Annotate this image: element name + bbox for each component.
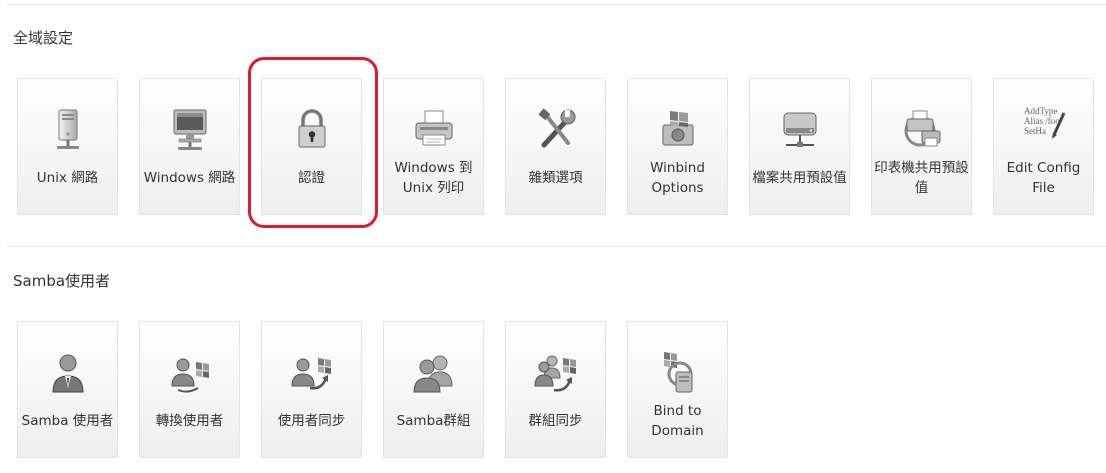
top-divider [7,4,1106,5]
tile-winbind-options[interactable]: Winbind Options [627,78,728,215]
tile-windows-to-unix-printing[interactable]: Windows 到 Unix 列印 [383,78,484,215]
shared-disk-icon [776,105,824,153]
tile-samba-users[interactable]: Samba 使用者 [17,321,118,458]
tile-user-sync[interactable]: 使用者同步 [261,321,362,458]
tile-windows-network[interactable]: Windows 網路 [139,78,240,215]
tile-label: 群組同步 [528,413,583,429]
tile-misc-options[interactable]: 雜類選項 [505,78,606,215]
shared-printer-icon [898,105,946,153]
group-icon [410,348,458,396]
printer-icon [410,105,458,153]
tile-label: 使用者同步 [277,413,346,429]
tile-file-share-defaults[interactable]: 檔案共用預設值 [749,78,850,215]
tile-samba-groups[interactable]: Samba群組 [383,321,484,458]
config-text-line: Alias /foo [1024,116,1060,126]
tile-printer-share-defaults[interactable]: 印表機共用預設值 [871,78,972,215]
bind-domain-icon [654,348,702,396]
section-title-global: 全域設定 [13,29,74,47]
tile-bind-to-domain[interactable]: Bind to Domain [627,321,728,458]
tile-convert-users[interactable]: 轉換使用者 [139,321,240,458]
section-title-samba-users: Samba使用者 [13,272,111,290]
computer-network-icon [166,105,214,153]
user-sync-icon [288,348,336,396]
tile-unix-network[interactable]: Unix 網路 [17,78,118,215]
tile-authentication[interactable]: 認證 [261,78,362,215]
tile-label: Bind to Domain [651,403,704,439]
tile-label: 印表機共用預設值 [874,160,969,196]
edit-config-icon: AddType Alias /foo SetHa [1020,105,1068,153]
tile-label: Windows 網路 [143,170,236,186]
config-text-line: SetHa [1024,126,1046,136]
tile-label: Windows 到 Unix 列印 [394,160,473,196]
tile-label: 轉換使用者 [155,413,224,429]
tile-label: Edit Config File [1006,160,1081,196]
user-icon [44,348,92,396]
tile-label: 檔案共用預設值 [752,170,847,186]
server-tower-icon [44,105,92,153]
config-text-line: AddType [1024,106,1057,116]
convert-users-icon [166,348,214,396]
winbind-drive-icon [654,105,702,153]
tile-label: 雜類選項 [528,170,583,186]
tile-edit-config-file[interactable]: AddType Alias /foo SetHa Edit Config Fil… [993,78,1094,215]
group-sync-icon [532,348,580,396]
tile-label: Unix 網路 [36,170,99,186]
tile-label: Winbind Options [650,160,705,196]
tools-icon [532,105,580,153]
tile-group-sync[interactable]: 群組同步 [505,321,606,458]
tile-label: Samba群組 [396,413,471,429]
padlock-icon [288,105,336,153]
section-divider [7,246,1106,247]
tile-label: 認證 [298,170,325,186]
tile-label: Samba 使用者 [21,413,114,429]
